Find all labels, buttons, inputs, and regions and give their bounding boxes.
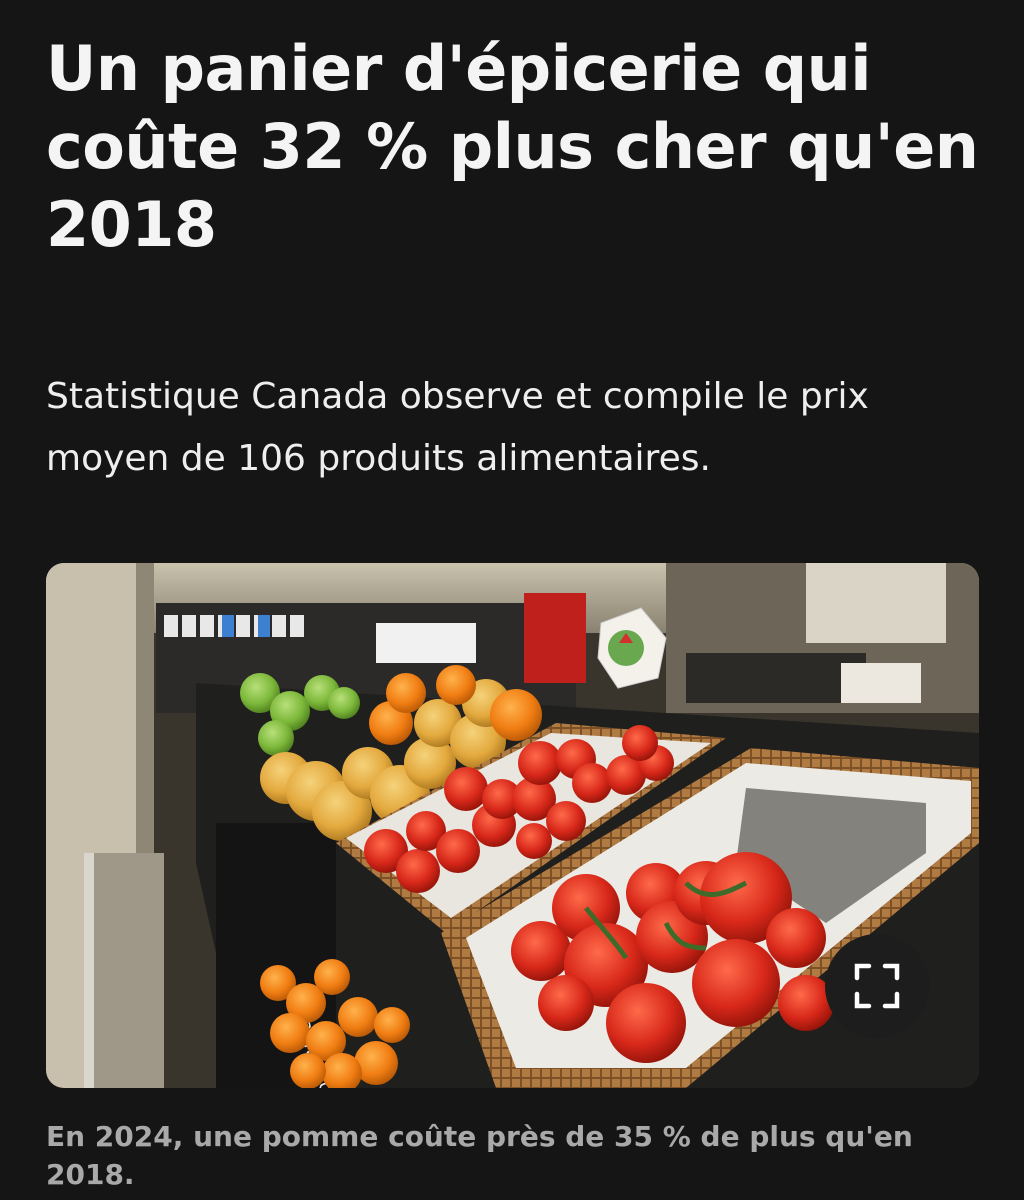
article-image[interactable]: Roma Tomato 3.29 [46,563,979,1088]
fullscreen-expand-button[interactable] [825,934,929,1038]
image-caption: En 2024, une pomme coûte près de 35 % de… [46,1120,913,1191]
article-headline: Un panier d'épicerie qui coûte 32 % plus… [46,32,979,261]
article-subheadline: Statistique Canada observe et compile le… [46,376,869,479]
fullscreen-expand-icon [854,963,900,1009]
